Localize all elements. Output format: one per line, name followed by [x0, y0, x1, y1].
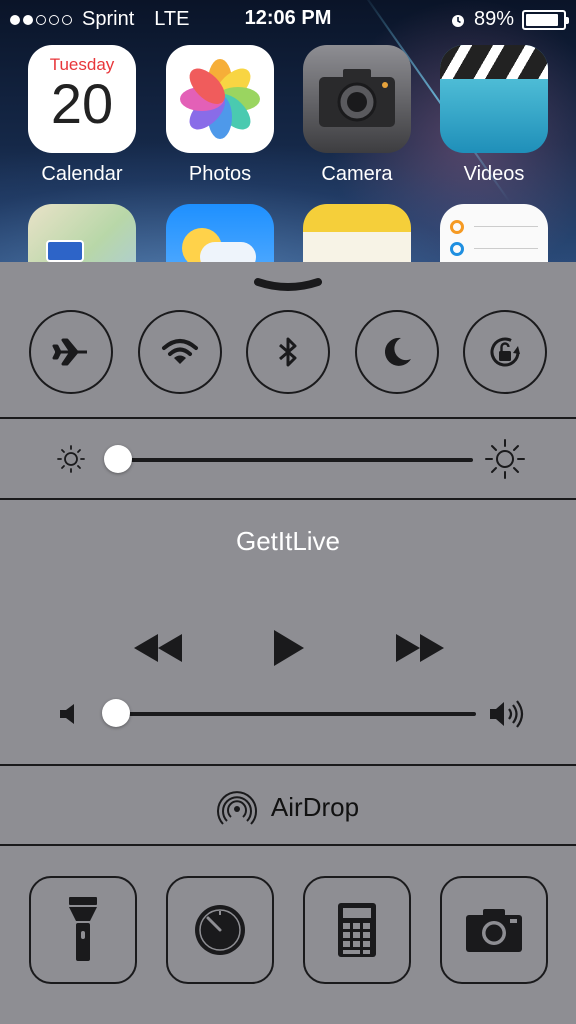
volume-high-icon [490, 700, 524, 728]
app-videos[interactable]: Videos [440, 45, 548, 186]
weather-icon[interactable] [166, 204, 274, 262]
highway-shield [46, 240, 84, 262]
do-not-disturb-toggle[interactable] [355, 310, 439, 394]
divider [0, 498, 576, 500]
camera-icon [466, 909, 522, 952]
divider [0, 844, 576, 846]
timer-button[interactable] [166, 876, 274, 984]
airdrop-button[interactable]: AirDrop [0, 782, 576, 832]
battery-fill [526, 13, 559, 26]
app-label: Photos [188, 163, 252, 185]
play-button[interactable] [272, 628, 306, 668]
maps-icon[interactable] [28, 204, 136, 262]
airdrop-icon [216, 791, 257, 825]
photos-flower [180, 59, 260, 139]
brightness-low-icon [57, 445, 85, 473]
videos-icon [440, 45, 548, 153]
flashlight-button[interactable] [29, 876, 137, 984]
now-playing-title: GetItLive [235, 526, 341, 556]
calculator-icon [338, 903, 376, 957]
bluetooth-toggle[interactable] [246, 310, 330, 394]
reminder-dot [450, 220, 464, 234]
calculator-button[interactable] [303, 876, 411, 984]
reminder-line [474, 248, 538, 249]
rotation-lock-toggle[interactable] [463, 310, 547, 394]
app-label: Calendar [41, 163, 123, 185]
volume-low-icon [60, 704, 74, 724]
reminders-icon[interactable] [440, 204, 548, 262]
divider [0, 417, 576, 419]
moon-icon [384, 337, 411, 366]
reminder-dot [450, 242, 464, 256]
clock-icon [195, 905, 245, 955]
cloud-shape [200, 242, 256, 262]
wifi-icon [162, 339, 198, 364]
status-right: 89% [450, 8, 569, 31]
photos-icon [166, 45, 274, 153]
home-screen: Sprint LTE 12:06 PM 89% Tuesday 20 Calen… [0, 0, 576, 262]
brightness-high-icon [485, 439, 525, 479]
calendar-icon: Tuesday 20 [28, 45, 136, 153]
camera-glyph [319, 69, 395, 127]
fast-forward-button[interactable] [394, 632, 446, 664]
bluetooth-icon [279, 337, 297, 367]
rewind-button[interactable] [132, 632, 184, 664]
airplane-mode-toggle[interactable] [29, 310, 113, 394]
control-center: GetItLive AirDrop [0, 262, 576, 1024]
notes-icon[interactable] [303, 204, 411, 262]
alarm-icon [451, 14, 464, 27]
status-bar: Sprint LTE 12:06 PM 89% [0, 0, 576, 38]
divider [0, 764, 576, 766]
airdrop-label: AirDrop [270, 791, 360, 822]
rotation-lock-icon [490, 337, 520, 367]
brightness-slider-track[interactable] [118, 458, 473, 462]
brightness-slider-knob[interactable] [104, 445, 132, 473]
app-camera[interactable]: Camera [303, 45, 411, 186]
clapperboard-top [440, 45, 548, 79]
volume-slider-knob[interactable] [102, 699, 130, 727]
camera-button[interactable] [440, 876, 548, 984]
volume-slider-track[interactable] [116, 712, 476, 716]
chevron-down-icon[interactable] [254, 276, 322, 296]
app-label: Videos [463, 163, 525, 185]
reminder-line [474, 226, 538, 227]
battery-percent: 89% [473, 8, 514, 30]
app-photos[interactable]: Photos [166, 45, 274, 186]
calendar-day: Tuesday [49, 55, 115, 74]
camera-icon [303, 45, 411, 153]
calendar-date: 20 [50, 72, 114, 135]
battery-icon [522, 9, 569, 30]
app-calendar[interactable]: Tuesday 20 Calendar [28, 45, 136, 186]
airplane-icon [52, 338, 87, 366]
wifi-toggle[interactable] [138, 310, 222, 394]
app-label: Camera [321, 163, 393, 185]
flashlight-icon [69, 897, 97, 961]
